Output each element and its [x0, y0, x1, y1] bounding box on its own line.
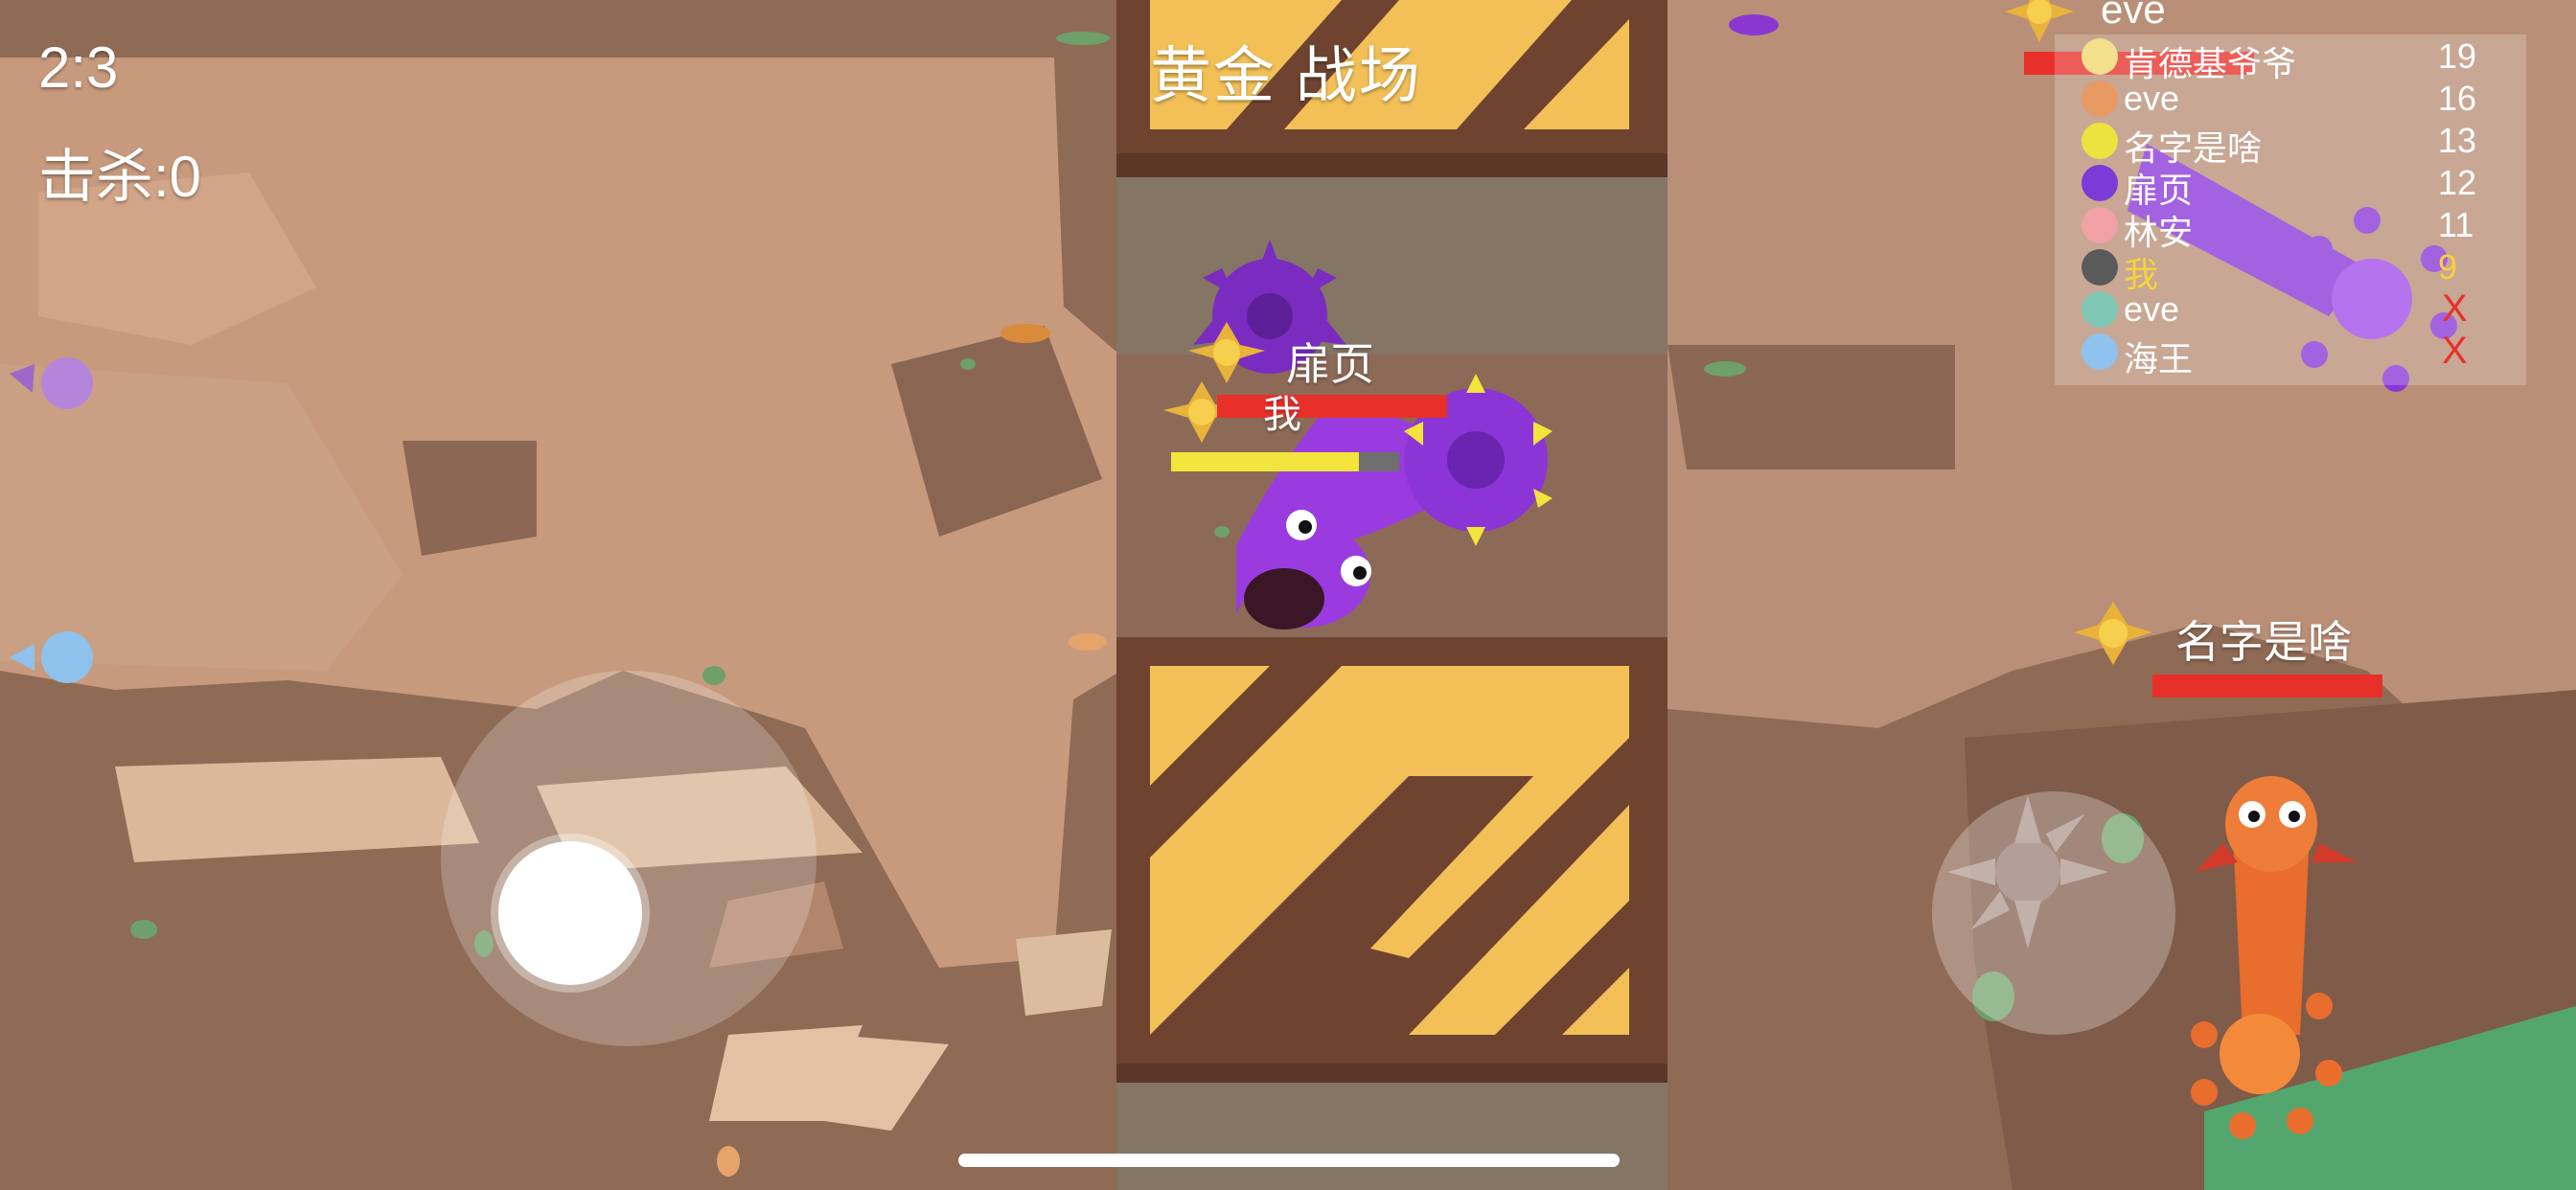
leaderboard-row: 扉页 12 [2082, 161, 2513, 210]
match-timer: 2:3 [38, 35, 119, 100]
player-name: eve [2124, 79, 2180, 118]
joystick-base[interactable] [441, 671, 816, 1046]
enemy-name-tag: eve [2101, 0, 2166, 32]
game-screen: 2:3 击杀:0 黄金 战场 扉页 我 名字是啥 eve 肯德基爷爷 19 ev… [0, 0, 2576, 1190]
player-color-dot [2082, 291, 2118, 328]
player-score: 12 [2438, 163, 2477, 202]
leaderboard: 肯德基爷爷 19 eve 16 名字是啥 13 扉页 12 林安 11 我 9 … [2055, 34, 2526, 385]
ability-button[interactable] [1932, 791, 2175, 1035]
kill-counter: 击杀:0 [38, 145, 202, 209]
player-color-dot [2082, 123, 2118, 159]
player-color-dot [2082, 165, 2118, 201]
joystick-knob[interactable] [498, 841, 642, 985]
player-name: eve [2124, 289, 2180, 329]
player-score: 11 [2438, 205, 2474, 244]
player-color-dot [2082, 333, 2118, 370]
leaderboard-row: 名字是啥 13 [2082, 119, 2513, 168]
leaderboard-row: eve 16 [2082, 77, 2513, 119]
player-color-dot [2082, 249, 2118, 286]
player-color-dot [2082, 38, 2118, 75]
player-score: 19 [2438, 36, 2477, 76]
enemy-name-tag: 名字是啥 [2175, 617, 2352, 667]
player-score: 13 [2438, 121, 2477, 160]
self-name-tag: 我 [1263, 394, 1301, 436]
player-name: 海王 [2124, 339, 2194, 378]
eliminated-mark-icon: X [2442, 287, 2468, 330]
player-score: 9 [2438, 247, 2458, 286]
home-indicator[interactable] [958, 1154, 1620, 1167]
arena-title: 黄金 战场 [1150, 41, 1422, 110]
player-color-dot [2082, 80, 2118, 117]
leaderboard-row: 肯德基爷爷 19 [2082, 34, 2513, 83]
leaderboard-row: 林安 11 [2082, 203, 2513, 252]
leaderboard-row-self: 我 9 [2082, 245, 2513, 294]
player-score: 16 [2438, 79, 2477, 118]
leaderboard-row: 海王 X [2082, 330, 2513, 378]
leaderboard-row: eve X [2082, 287, 2513, 330]
eliminated-mark-icon: X [2442, 330, 2468, 372]
player-color-dot [2082, 207, 2118, 243]
